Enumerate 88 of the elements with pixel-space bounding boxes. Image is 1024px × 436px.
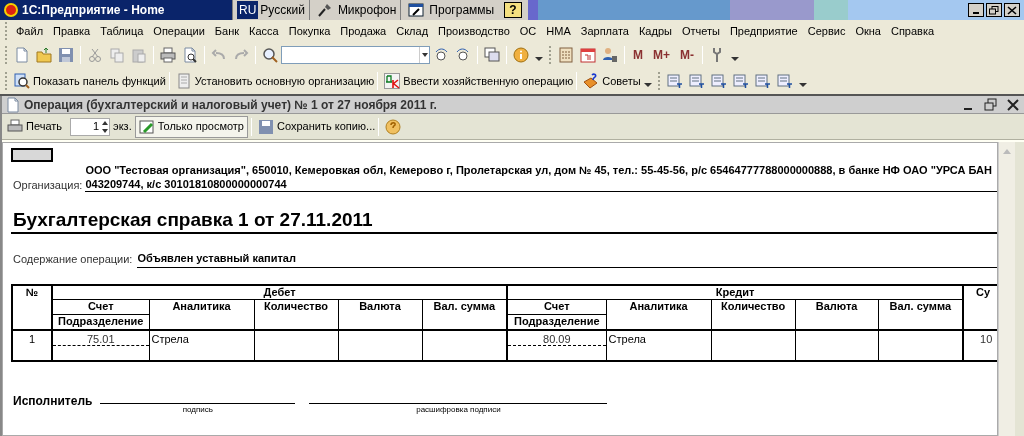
minimize-icon <box>973 12 979 14</box>
printer-icon[interactable] <box>160 47 176 63</box>
menu-item[interactable]: Банк <box>209 22 245 40</box>
organization-text: ООО "Тестовая организация", 650010, Кемеровкая обл, Кемерово г, Пролетарская ул, дом № 45, тел.: 55-45-56, р/с 65464777788000000888, в банке НФ ОАО "УРСА БАН <box>85 163 993 177</box>
menu-item[interactable]: Окна <box>850 22 886 40</box>
signature-label: Исполнитель <box>12 392 94 410</box>
save-copy-button[interactable]: Сохранить копию... <box>277 118 376 135</box>
content-value: Объявлен уставный капитал <box>137 250 997 268</box>
menu-item[interactable]: ОС <box>514 22 542 40</box>
toolbar-button[interactable]: Советы <box>580 72 641 90</box>
column-header: Аналитика <box>149 299 254 330</box>
empty-field <box>11 148 53 162</box>
copies-spinbox[interactable]: 1 <box>70 117 111 136</box>
print-preview-icon[interactable] <box>182 47 198 63</box>
dk-icon <box>384 73 401 89</box>
menu-item[interactable]: Производство <box>433 22 515 40</box>
memory-button[interactable]: M+ <box>648 46 675 64</box>
document-icon <box>5 96 21 113</box>
open-folder-icon[interactable] <box>36 47 52 63</box>
column-group-header: Дебет <box>52 284 508 300</box>
menu-item[interactable]: Предприятие <box>724 22 803 40</box>
menu-item[interactable]: Файл <box>11 22 49 40</box>
memory-button[interactable]: M- <box>675 46 699 64</box>
language-badge: RU <box>237 1 259 19</box>
menu-item[interactable]: Кадры <box>633 22 677 40</box>
toolbar-button[interactable]: Показать панель функций <box>11 72 166 90</box>
help-button[interactable]: ? <box>504 2 522 18</box>
close-icon <box>1007 5 1017 15</box>
caret-icon <box>419 47 429 63</box>
column-group-header: Кредит <box>507 284 964 300</box>
table-cell: Стрела <box>606 329 712 361</box>
close-icon[interactable] <box>1005 96 1021 113</box>
document-title: Операция (бухгалтерский и налоговый учет) № 1 от 27 ноября 2011 г. <box>24 96 437 114</box>
restore-button[interactable] <box>986 3 1002 17</box>
menu-item[interactable]: Склад <box>391 22 434 40</box>
memory-button[interactable]: M <box>628 46 648 64</box>
calendar-icon[interactable] <box>580 47 596 63</box>
signature-caption: подпись <box>182 403 213 415</box>
column-header: Счет <box>507 299 607 315</box>
organization-text: 043209744, к/с 30101810800000000744 <box>85 177 288 191</box>
app-title: 1С:Предприятие - Home <box>22 2 165 19</box>
minimize-button[interactable] <box>968 3 984 17</box>
info-icon[interactable] <box>513 47 529 63</box>
content-label: Содержание операции: <box>12 252 134 267</box>
signature-caption: расшифровка подписи <box>416 403 501 415</box>
window-pencil-icon <box>408 2 425 18</box>
toolbar-button[interactable]: Ввести хозяйственную операцию <box>381 72 574 90</box>
menu-item[interactable]: Касса <box>244 22 284 40</box>
table-cell: 80.09 <box>508 330 606 346</box>
pencil-table-icon <box>138 118 155 135</box>
question-book-icon <box>583 73 600 89</box>
table-cell: 75.01 <box>53 330 149 346</box>
magnifier-panel-icon <box>14 73 30 89</box>
close-button[interactable] <box>1004 3 1020 17</box>
restore-icon <box>989 5 999 15</box>
menu-item[interactable]: Справка <box>885 22 940 40</box>
menu-item[interactable]: Правка <box>48 22 96 40</box>
taskbar-button[interactable]: RU Русский <box>232 0 309 20</box>
menu-item[interactable]: Операции <box>148 22 210 40</box>
toolbar-button[interactable]: Установить основную организацию <box>172 72 375 90</box>
printer-icon[interactable] <box>7 118 23 135</box>
save-icon[interactable] <box>58 47 74 63</box>
menu-item[interactable]: НМА <box>541 22 576 40</box>
user-lock-icon[interactable] <box>602 47 618 63</box>
microphone-icon <box>316 2 333 18</box>
menu-item[interactable]: Таблица <box>95 22 149 40</box>
restore-icon[interactable] <box>983 96 999 113</box>
taskbar-button[interactable]: Микрофон <box>308 0 401 20</box>
menu-item[interactable]: Отчеты <box>676 22 725 40</box>
vertical-scrollbar[interactable] <box>998 142 1015 436</box>
menu-item[interactable]: Продажа <box>335 22 392 40</box>
search-icon[interactable] <box>262 47 278 63</box>
help-icon[interactable] <box>385 118 402 135</box>
organization-label: Организация: <box>12 178 84 192</box>
column-header: Аналитика <box>606 299 712 330</box>
save-icon[interactable] <box>258 118 274 135</box>
view-only-button[interactable]: Только просмотр <box>134 115 248 138</box>
menu-item[interactable]: Сервис <box>802 22 851 40</box>
column-header: Счет <box>52 299 149 315</box>
menu-item[interactable]: Покупка <box>283 22 336 40</box>
taskbar-button[interactable]: Программы <box>400 0 499 20</box>
app-logo-icon <box>3 2 19 18</box>
windows-icon[interactable] <box>484 47 500 63</box>
menu-item[interactable]: Зарплата <box>575 22 634 40</box>
table-cell: Стрела <box>149 329 254 361</box>
copies-unit: экз. <box>113 119 132 135</box>
scroll-up-icon <box>1003 149 1011 154</box>
print-button[interactable]: Печать <box>26 118 63 135</box>
